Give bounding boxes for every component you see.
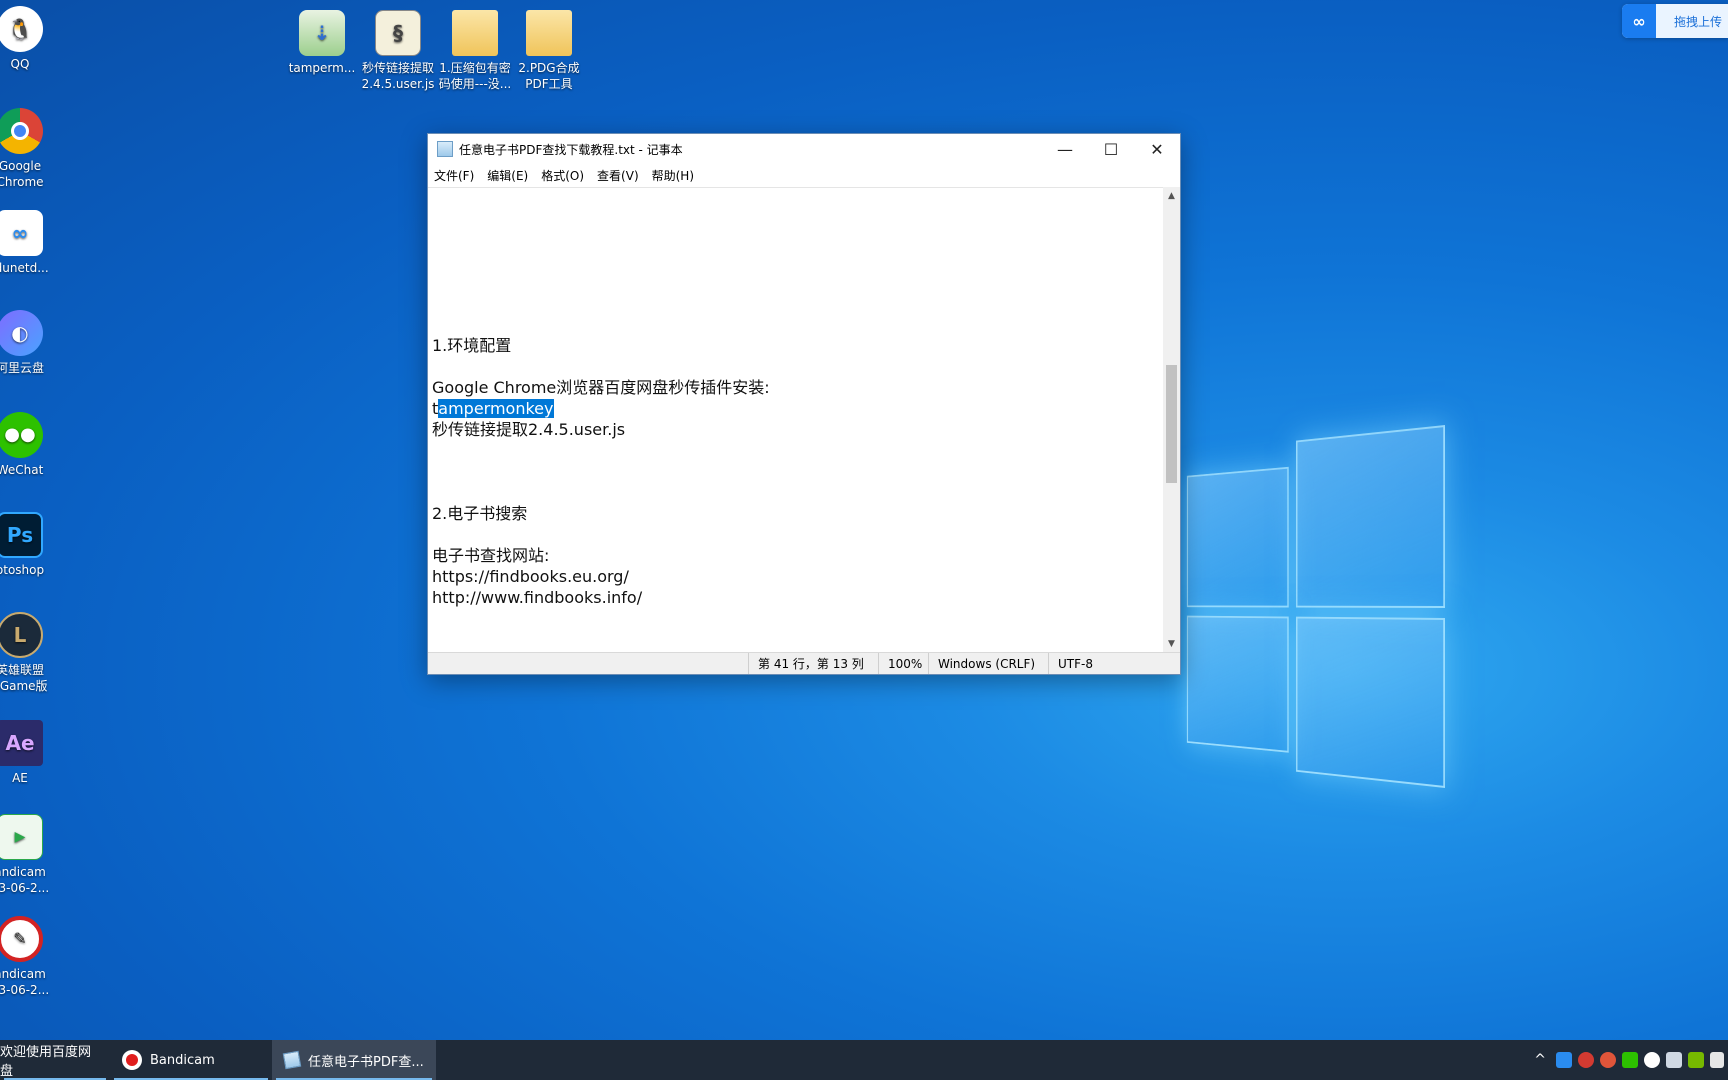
selected-text: ampermonkey (438, 399, 554, 418)
desktop-icon-tampermonkey[interactable]: ⇣ tamperm... (280, 10, 364, 76)
title-bar[interactable]: 任意电子书PDF查找下载教程.txt - 记事本 — ☐ ✕ (428, 134, 1180, 164)
aliyun-drive-icon: ◐ (0, 310, 43, 356)
menu-view[interactable]: 查看(V) (597, 167, 639, 184)
show-hidden-icons-chevron[interactable]: ^ (1534, 1052, 1546, 1068)
encoding: UTF-8 (1048, 653, 1180, 674)
wechat-icon: ●● (0, 412, 43, 458)
menu-help[interactable]: 帮助(H) (652, 167, 694, 184)
menu-bar: 文件(F) 编辑(E) 格式(O) 查看(V) 帮助(H) (428, 164, 1180, 186)
line-ending: Windows (CRLF) (928, 653, 1048, 674)
scroll-down-arrow-icon[interactable]: ▼ (1163, 635, 1180, 652)
text-editor-area[interactable]: 1.环境配置 Google Chrome浏览器百度网盘秒传插件安装: tampe… (428, 187, 1163, 652)
photoshop-icon: Ps (0, 512, 43, 558)
zoom-level: 100% (878, 653, 928, 674)
maximize-button[interactable]: ☐ (1088, 134, 1134, 164)
notepad-window[interactable]: 任意电子书PDF查找下载教程.txt - 记事本 — ☐ ✕ 文件(F) 编辑(… (427, 133, 1181, 675)
system-tray: ^ (1534, 1052, 1728, 1068)
desktop-icon-photoshop[interactable]: Ps otoshop (0, 512, 62, 578)
text-line: http://www.findbooks.info/ (432, 588, 643, 607)
desktop-icon-aliyun-drive[interactable]: ◐ 阿里云盘 (0, 310, 62, 376)
status-bar: 第 41 行，第 13 列 100% Windows (CRLF) UTF-8 (428, 652, 1180, 674)
qq-tray-icon[interactable] (1644, 1052, 1660, 1068)
wechat-tray-icon[interactable] (1622, 1052, 1638, 1068)
script-file-icon: § (375, 10, 421, 56)
windows-logo-wallpaper (1186, 425, 1445, 788)
window-title: 任意电子书PDF查找下载教程.txt - 记事本 (459, 142, 683, 157)
taskbar: 欢迎使用百度网盘 Bandicam 任意电子书PDF查... ^ (0, 1040, 1728, 1080)
text-line: https://findbooks.eu.org/ (432, 567, 629, 586)
desktop-icon-folder-pdg-tool[interactable]: 2.PDG合成 PDF工具 (507, 10, 591, 92)
desktop-icon-qq[interactable]: 🐧 QQ (0, 6, 62, 72)
bandicam-record-icon (122, 1050, 142, 1070)
folder-icon (526, 10, 572, 56)
qq-penguin-icon: 🐧 (0, 6, 43, 52)
text-line: 1.环境配置 (432, 336, 512, 355)
text-line: 秒传链接提取2.4.5.user.js (432, 420, 626, 439)
vertical-scrollbar[interactable]: ▲ ▼ (1163, 187, 1180, 652)
cursor-position: 第 41 行，第 13 列 (748, 653, 878, 674)
notepad-icon (282, 1050, 302, 1070)
tampermonkey-installer-icon: ⇣ (299, 10, 345, 56)
chrome-icon (0, 108, 43, 154)
text-line: Google Chrome浏览器百度网盘秒传插件安装: (432, 378, 770, 397)
baidunetdisk-icon: ∞ (0, 210, 43, 256)
text-line: 2.电子书搜索 (432, 504, 528, 523)
text-line: tampermonkey (432, 398, 1163, 419)
baidunetdisk-tray-icon[interactable] (1556, 1052, 1572, 1068)
network-tray-icon[interactable] (1710, 1052, 1724, 1068)
desktop-icon-folder-zip-password[interactable]: 1.压缩包有密 码使用---没... (433, 10, 517, 92)
close-button[interactable]: ✕ (1134, 134, 1180, 164)
desktop-icon-chrome[interactable]: Google Chrome (0, 108, 62, 190)
league-of-legends-icon: L (0, 612, 43, 658)
text-line: 电子书查找网站: (432, 546, 550, 565)
desktop-icon-ae[interactable]: Ae AE (0, 720, 62, 786)
minimize-button[interactable]: — (1042, 134, 1088, 164)
scrollbar-thumb[interactable] (1166, 365, 1177, 483)
nvidia-tray-icon[interactable] (1688, 1052, 1704, 1068)
upload-label: 拖拽上传 (1674, 14, 1723, 29)
desktop-icon-league-of-legends[interactable]: L 英雄联盟 eGame版 (0, 612, 62, 694)
folder-icon (452, 10, 498, 56)
scroll-up-arrow-icon[interactable]: ▲ (1163, 187, 1180, 204)
bluetooth-tray-icon[interactable] (1666, 1052, 1682, 1068)
baidu-drag-upload-widget[interactable]: ∞ 拖拽上传 (1622, 4, 1728, 38)
desktop-icon-bandicam-mp4[interactable]: ▶ andicam 23-06-2... (0, 814, 62, 896)
app-g-tray-icon[interactable] (1600, 1052, 1616, 1068)
desktop-icon-wechat[interactable]: ●● WeChat (0, 412, 62, 478)
notepad-icon (437, 141, 453, 157)
menu-edit[interactable]: 编辑(E) (487, 167, 528, 184)
window-controls: — ☐ ✕ (1042, 134, 1180, 164)
menu-file[interactable]: 文件(F) (434, 167, 474, 184)
taskbar-item-notepad[interactable]: 任意电子书PDF查... (272, 1040, 436, 1080)
taskbar-item-bandicam[interactable]: Bandicam (110, 1040, 272, 1080)
baidunetdisk-icon: ∞ (1622, 4, 1656, 38)
desktop-icon-baidunetdisk[interactable]: ∞ idunetd... (0, 210, 62, 276)
netease-music-tray-icon[interactable] (1578, 1052, 1594, 1068)
menu-format[interactable]: 格式(O) (541, 167, 584, 184)
taskbar-item-baidunetdisk[interactable]: 欢迎使用百度网盘 (0, 1040, 110, 1080)
desktop-icon-bandicam[interactable]: ✎ andicam 23-06-2... (0, 916, 62, 998)
after-effects-icon: Ae (0, 720, 43, 766)
mp4-file-icon: ▶ (0, 814, 43, 860)
bandicam-icon: ✎ (0, 916, 43, 962)
desktop-icon-userscript[interactable]: § 秒传链接提取 2.4.5.user.js (356, 10, 440, 92)
